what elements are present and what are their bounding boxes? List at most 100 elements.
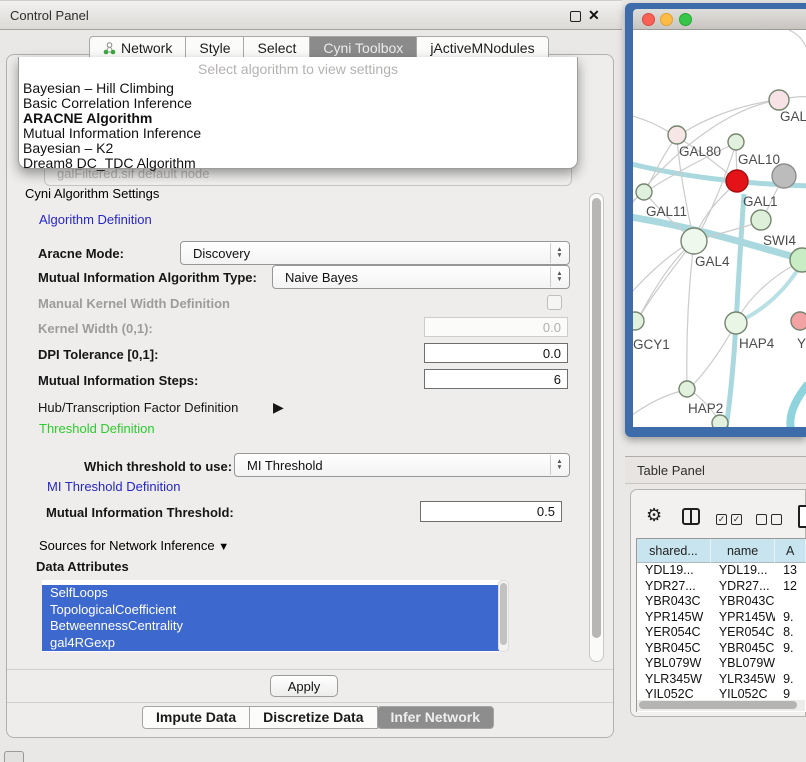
attribute-list-item[interactable]: TopologicalCoefficient xyxy=(42,602,508,619)
select-all-checkbox-icon[interactable]: ✓ xyxy=(731,514,742,525)
aracne-mode-select[interactable]: Discovery ▲▼ xyxy=(180,241,570,265)
table-column-header[interactable]: name xyxy=(711,539,775,563)
settings-gear-icon[interactable]: ⚙ xyxy=(646,505,662,526)
table-scrollbar-thumb[interactable] xyxy=(639,701,797,709)
algorithm-option[interactable]: Dream8 DC_TDC Algorithm xyxy=(19,156,577,171)
close-traffic-light-icon[interactable] xyxy=(642,13,655,26)
table-column-header[interactable]: A xyxy=(775,539,806,563)
data-attributes-list[interactable]: SelfLoopsTopologicalCoefficientBetweenne… xyxy=(42,580,508,652)
hub-definition-label[interactable]: Hub/Transcription Factor Definition xyxy=(38,400,238,415)
network-node[interactable] xyxy=(679,381,695,397)
float-window-icon[interactable] xyxy=(570,11,581,22)
deselect-checkbox-icon[interactable] xyxy=(771,514,782,525)
table-row[interactable]: YPR145WYPR145W9. xyxy=(637,610,806,626)
select-all-checkbox-icon[interactable]: ✓ xyxy=(716,514,727,525)
network-node[interactable] xyxy=(790,248,806,272)
table-cell: YBR045C xyxy=(637,641,711,657)
document-icon[interactable] xyxy=(798,505,806,528)
network-node[interactable] xyxy=(769,90,789,110)
mi-steps-input[interactable]: 6 xyxy=(424,369,568,389)
table-horizontal-scrollbar[interactable] xyxy=(637,700,805,711)
network-node[interactable] xyxy=(751,210,771,230)
cyni-settings-title: Cyni Algorithm Settings xyxy=(22,186,162,201)
node-table[interactable]: shared...nameA YDL19...YDL19...13YDR27..… xyxy=(636,538,806,712)
sources-title[interactable]: Sources for Network Inference ▼ xyxy=(36,538,232,553)
network-node[interactable] xyxy=(772,164,796,188)
table-cell xyxy=(775,656,806,672)
close-icon[interactable]: ✕ xyxy=(588,7,600,24)
dpi-tolerance-input[interactable]: 0.0 xyxy=(424,343,568,363)
tab-infer-network[interactable]: Infer Network xyxy=(377,706,494,729)
table-cell: YER054C xyxy=(637,625,711,641)
table-row[interactable]: YBL079WYBL079W xyxy=(637,656,806,672)
table-cell: YBL079W xyxy=(637,656,711,672)
network-node[interactable] xyxy=(726,170,748,192)
network-node[interactable] xyxy=(668,126,686,144)
attribute-list-item[interactable]: SelfLoops xyxy=(42,585,508,602)
network-node[interactable] xyxy=(681,228,707,254)
network-node-label: GAL4 xyxy=(695,254,730,269)
table-cell xyxy=(775,594,806,610)
network-node[interactable] xyxy=(728,134,744,150)
dpi-tolerance-label: DPI Tolerance [0,1]: xyxy=(38,347,158,362)
which-threshold-label: Which threshold to use: xyxy=(84,459,232,474)
mi-type-select[interactable]: Naive Bayes ▲▼ xyxy=(272,265,570,289)
tab-discretize-data[interactable]: Discretize Data xyxy=(249,706,377,729)
table-row[interactable]: YLR345WYLR345W9. xyxy=(637,672,806,688)
network-icon xyxy=(103,42,116,55)
algorithm-option[interactable]: Bayesian – Hill Climbing xyxy=(19,81,577,96)
mi-threshold-input[interactable]: 0.5 xyxy=(420,501,562,522)
threshold-title: Threshold Definition xyxy=(36,421,158,436)
attributes-scrollbar-thumb[interactable] xyxy=(500,583,507,645)
column-layout-icon[interactable] xyxy=(682,508,700,525)
table-cell: YPR145W xyxy=(711,610,775,626)
table-cell: 8. xyxy=(775,625,806,641)
network-node-label: HAP2 xyxy=(688,401,723,416)
mi-type-value: Naive Bayes xyxy=(285,270,358,285)
table-cell: 9. xyxy=(775,672,806,688)
table-row[interactable]: YBR043CYBR043C xyxy=(637,594,806,610)
algorithm-option[interactable]: Basic Correlation Inference xyxy=(19,96,577,111)
table-cell: YBL079W xyxy=(711,656,775,672)
settings-scrollbar[interactable] xyxy=(589,193,604,662)
algorithm-option[interactable]: ARACNE Algorithm xyxy=(19,111,577,126)
table-row[interactable]: YER054CYER054C8. xyxy=(637,625,806,641)
algorithm-option[interactable]: Mutual Information Inference xyxy=(19,126,577,141)
expand-arrow-icon[interactable]: ▶ xyxy=(273,399,284,416)
tab-impute-data[interactable]: Impute Data xyxy=(142,706,250,729)
network-view-titlebar[interactable] xyxy=(633,9,806,30)
table-cell: YBR043C xyxy=(637,594,711,610)
table-cell: YER054C xyxy=(711,625,775,641)
kernel-width-input[interactable]: 0.0 xyxy=(424,317,568,337)
network-node[interactable] xyxy=(712,415,728,427)
deselect-checkbox-icon[interactable] xyxy=(756,514,767,525)
table-row[interactable]: YDL19...YDL19...13 xyxy=(637,563,806,579)
which-threshold-select[interactable]: MI Threshold ▲▼ xyxy=(234,453,570,477)
network-node[interactable] xyxy=(636,184,652,200)
network-node[interactable] xyxy=(633,312,644,330)
table-column-header[interactable]: shared... xyxy=(637,539,711,563)
table-cell: YLR345W xyxy=(711,672,775,688)
zoom-traffic-light-icon[interactable] xyxy=(679,13,692,26)
table-cell: YBR045C xyxy=(711,641,775,657)
dock-mini-icon[interactable] xyxy=(4,751,24,762)
minimize-traffic-light-icon[interactable] xyxy=(660,13,673,26)
settings-scrollbar-thumb[interactable] xyxy=(592,198,601,638)
network-node-label: GAL xyxy=(780,109,806,124)
table-row[interactable]: YBR045CYBR045C9. xyxy=(637,641,806,657)
table-row[interactable]: YDR27...YDR27...12 xyxy=(637,579,806,595)
mi-threshold-title: MI Threshold Definition xyxy=(44,479,183,494)
table-cell: YLR345W xyxy=(637,672,711,688)
attributes-scrollbar[interactable] xyxy=(498,580,509,652)
network-node-label: GCY1 xyxy=(633,337,670,352)
network-canvas[interactable]: GALGAL80GAL10GAL1GAL11GAL4SWI4GCY1HAP4YH… xyxy=(633,30,806,427)
network-node[interactable] xyxy=(725,312,747,334)
attribute-list-item[interactable]: BetweennessCentrality xyxy=(42,618,508,635)
apply-button[interactable]: Apply xyxy=(270,675,338,697)
network-node[interactable] xyxy=(791,312,806,330)
algorithm-option[interactable]: Bayesian – K2 xyxy=(19,141,577,156)
manual-kernel-checkbox[interactable] xyxy=(547,295,562,310)
table-cell: 13 xyxy=(775,563,806,579)
attribute-list-item[interactable]: gal4RGexp xyxy=(42,635,508,652)
kernel-width-label: Kernel Width (0,1): xyxy=(38,321,153,336)
